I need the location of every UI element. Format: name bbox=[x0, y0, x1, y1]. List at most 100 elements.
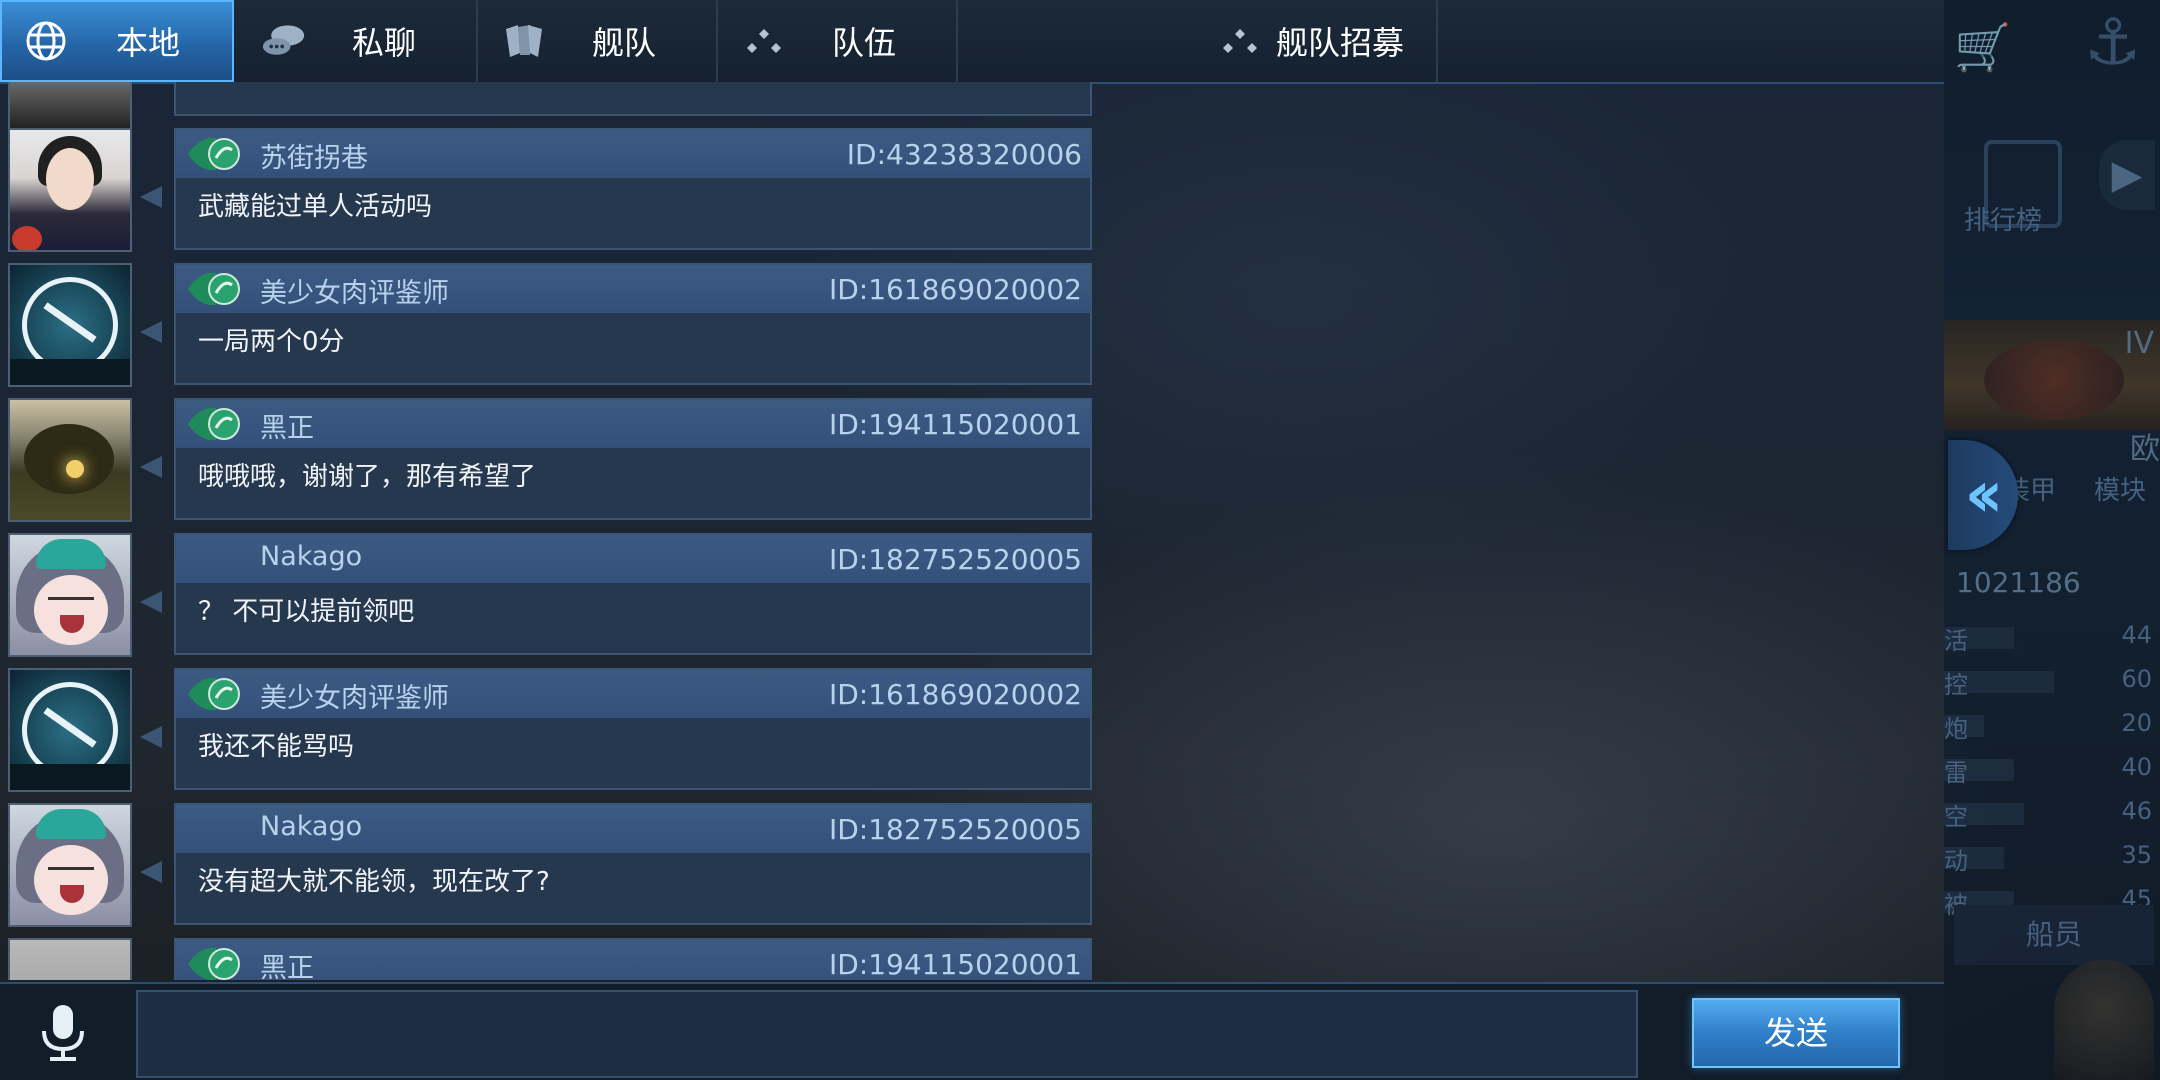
message-header: 美少女肉评鉴师 ID:161869020002 bbox=[176, 670, 1090, 718]
avatar[interactable] bbox=[8, 938, 132, 980]
sender-name[interactable]: 美少女肉评鉴师 bbox=[260, 676, 449, 715]
microphone-icon bbox=[38, 1003, 88, 1067]
stat-row: 空 46 bbox=[1944, 797, 2152, 831]
tab-team[interactable]: 队伍 bbox=[718, 0, 958, 82]
captain-portrait bbox=[2054, 960, 2154, 1080]
stat-row: 炮 20 bbox=[1944, 709, 2152, 743]
sender-name[interactable]: Nakago bbox=[260, 811, 362, 842]
message-bubble: 苏街拐巷 ID:43238320006 武藏能过单人活动吗 bbox=[174, 128, 1092, 250]
tab-label: 舰队 bbox=[592, 24, 657, 62]
message-text: 哦哦哦，谢谢了，那有希望了 bbox=[198, 462, 537, 492]
avatar[interactable] bbox=[8, 82, 132, 132]
ship-id: 1021186 bbox=[1956, 566, 2081, 599]
tab-local[interactable]: 本地 bbox=[0, 0, 234, 82]
crew-button[interactable]: 船员 bbox=[1954, 905, 2154, 965]
bubble-pointer bbox=[140, 321, 162, 343]
chat-bubbles-icon bbox=[262, 19, 306, 63]
fleet-badge-icon bbox=[186, 944, 248, 980]
message-text: 我还不能骂吗 bbox=[198, 732, 355, 762]
globe-icon bbox=[24, 19, 68, 63]
list-item: Nakago ID:182752520005 ？ 不可以提前领吧 bbox=[0, 533, 1100, 657]
bubble-pointer bbox=[140, 591, 162, 613]
tab-label: 舰队招募 bbox=[1276, 24, 1405, 62]
message-bubble: Nakago ID:182752520005 没有超大就不能领，现在改了? bbox=[174, 803, 1092, 925]
bubble-pointer bbox=[140, 456, 162, 478]
chat-input-bar: 发送 bbox=[0, 982, 1944, 1080]
sender-id: ID:161869020002 bbox=[828, 678, 1082, 711]
list-item bbox=[0, 82, 1100, 132]
shop-cart-icon[interactable]: 🛒 bbox=[1954, 20, 2014, 74]
list-item: 黑正 ID:194115020001 哦哦哦，谢谢了，那有希望了 bbox=[0, 398, 1100, 522]
list-item: 苏街拐巷 ID:43238320006 武藏能过单人活动吗 bbox=[0, 128, 1100, 252]
message-bubble: 黑正 ID:194115020001 bbox=[174, 938, 1092, 980]
tab-fleet[interactable]: 舰队 bbox=[478, 0, 718, 82]
message-header: 苏街拐巷 ID:43238320006 bbox=[176, 130, 1090, 178]
list-item: Nakago ID:182752520005 没有超大就不能领，现在改了? bbox=[0, 803, 1100, 927]
sender-id: ID:182752520005 bbox=[828, 543, 1082, 576]
bubble-pointer bbox=[140, 186, 162, 208]
double-chevron-left-icon: ‹‹ bbox=[1964, 458, 2004, 532]
tab-fleet-recruit[interactable]: 舰队招募 bbox=[958, 0, 1438, 82]
game-screen: 🛒 ⚓ 排行榜 ▶ IV 欧 装甲 模块 1021186 活 44 控 60 炮 20… bbox=[0, 0, 2160, 1080]
avatar[interactable] bbox=[8, 263, 132, 387]
shield-cards-icon bbox=[502, 19, 546, 63]
send-button[interactable]: 发送 bbox=[1692, 998, 1900, 1068]
avatar[interactable] bbox=[8, 668, 132, 792]
bubble-pointer bbox=[140, 726, 162, 748]
message-text: 武藏能过单人活动吗 bbox=[198, 192, 433, 222]
leaderboard-label: 排行榜 bbox=[1964, 206, 2043, 236]
sender-id: ID:194115020001 bbox=[828, 408, 1082, 441]
message-text: ？ 不可以提前领吧 bbox=[198, 597, 415, 627]
chat-input[interactable] bbox=[136, 990, 1638, 1078]
message-bubble: Nakago ID:182752520005 ？ 不可以提前领吧 bbox=[174, 533, 1092, 655]
avatar[interactable] bbox=[8, 533, 132, 657]
list-item: 美少女肉评鉴师 ID:161869020002 我还不能骂吗 bbox=[0, 668, 1100, 792]
avatar[interactable] bbox=[8, 398, 132, 522]
stat-row: 控 60 bbox=[1944, 665, 2152, 699]
tab-private-chat[interactable]: 私聊 bbox=[234, 0, 478, 82]
message-header: Nakago ID:182752520005 bbox=[176, 535, 1090, 583]
chat-panel: 本地 私聊 舰队 队伍 舰队招募 苏街拐巷 ID:43238320006 武藏能… bbox=[0, 0, 1944, 1080]
message-bubble: 美少女肉评鉴师 ID:161869020002 我还不能骂吗 bbox=[174, 668, 1092, 790]
message-text: 一局两个0分 bbox=[198, 327, 345, 357]
tab-label: 本地 bbox=[116, 24, 181, 62]
chat-tab-bar: 本地 私聊 舰队 队伍 舰队招募 bbox=[0, 0, 1944, 84]
sender-name[interactable]: Nakago bbox=[260, 541, 362, 572]
stat-row: 雷 40 bbox=[1944, 753, 2152, 787]
list-item: 美少女肉评鉴师 ID:161869020002 一局两个0分 bbox=[0, 263, 1100, 387]
fleet-badge-icon bbox=[186, 134, 248, 174]
ship-tier: IV bbox=[2124, 326, 2154, 361]
sender-id: ID:182752520005 bbox=[828, 813, 1082, 846]
sender-name[interactable]: 黑正 bbox=[260, 946, 314, 980]
sender-name[interactable]: 美少女肉评鉴师 bbox=[260, 271, 449, 310]
fleet-badge-icon bbox=[186, 674, 248, 714]
avatar[interactable] bbox=[8, 128, 132, 252]
tab-label: 队伍 bbox=[832, 24, 897, 62]
avatar[interactable] bbox=[8, 803, 132, 927]
tab-label: 私聊 bbox=[352, 24, 417, 62]
three-dots-icon bbox=[742, 19, 786, 63]
ship-region: 欧 bbox=[2130, 432, 2160, 467]
message-list[interactable]: 苏街拐巷 ID:43238320006 武藏能过单人活动吗 美少女肉评鉴师 ID… bbox=[0, 82, 1100, 980]
sender-name[interactable]: 苏街拐巷 bbox=[260, 136, 368, 175]
stat-row: 动 35 bbox=[1944, 841, 2152, 875]
message-header: 黑正 ID:194115020001 bbox=[176, 400, 1090, 448]
ship-stats: 活44 控60 炮20 雷40 空46 动35 被45 bbox=[1944, 615, 2160, 923]
tab-module[interactable]: 模块 bbox=[2094, 470, 2146, 550]
next-arrow-icon[interactable]: ▶ bbox=[2099, 140, 2155, 210]
message-text: 没有超大就不能领，现在改了? bbox=[198, 867, 550, 897]
sender-id: ID:43238320006 bbox=[846, 138, 1082, 171]
message-header: 美少女肉评鉴师 ID:161869020002 bbox=[176, 265, 1090, 313]
sender-id: ID:194115020001 bbox=[828, 948, 1082, 980]
anchor-icon[interactable]: ⚓ bbox=[2084, 6, 2154, 96]
sender-name[interactable]: 黑正 bbox=[260, 406, 314, 445]
message-bubble: 美少女肉评鉴师 ID:161869020002 一局两个0分 bbox=[174, 263, 1092, 385]
voice-button[interactable] bbox=[28, 1000, 98, 1070]
list-item: 黑正 ID:194115020001 bbox=[0, 938, 1100, 980]
sender-id: ID:161869020002 bbox=[828, 273, 1082, 306]
message-bubble bbox=[174, 82, 1092, 116]
fleet-badge-icon bbox=[186, 269, 248, 309]
message-header: Nakago ID:182752520005 bbox=[176, 805, 1090, 853]
stat-row: 活 44 bbox=[1944, 621, 2152, 655]
message-header: 黑正 ID:194115020001 bbox=[176, 940, 1090, 980]
